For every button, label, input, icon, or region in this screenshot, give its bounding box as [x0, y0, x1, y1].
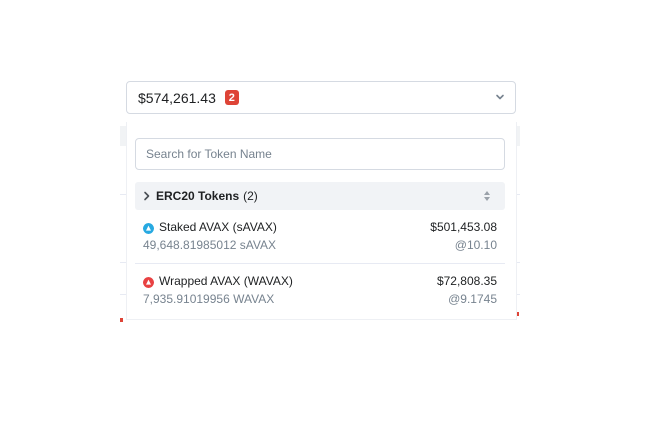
avax-token-icon [143, 277, 154, 288]
token-count-badge: 2 [224, 90, 239, 105]
token-quantity: 7,935.91019956 WAVAX [143, 292, 275, 306]
token-holdings-dropdown[interactable]: $574,261.43 2 [126, 81, 516, 114]
savax-token-icon [143, 223, 154, 234]
background-red-mark [120, 318, 123, 322]
token-name: Staked AVAX (sAVAX) [159, 220, 277, 234]
token-search-input[interactable] [135, 138, 505, 170]
sort-icon[interactable] [483, 190, 491, 202]
token-dropdown-menu: ERC20 Tokens (2) Staked AVAX (sAVAX) $50… [126, 122, 517, 320]
token-name: Wrapped AVAX (WAVAX) [159, 274, 293, 288]
token-list-item-savax[interactable]: Staked AVAX (sAVAX) $501,453.08 49,648.8… [135, 216, 505, 262]
token-usd-value: $501,453.08 [430, 220, 497, 234]
token-list-divider [135, 263, 505, 264]
chevron-right-icon [144, 191, 150, 201]
token-quantity: 49,648.81985012 sAVAX [143, 238, 276, 252]
chevron-down-icon [496, 94, 504, 100]
erc20-token-group-header[interactable]: ERC20 Tokens (2) [135, 182, 505, 210]
token-list-item-wavax[interactable]: Wrapped AVAX (WAVAX) $72,808.35 7,935.91… [135, 270, 505, 316]
token-usd-value: $72,808.35 [436, 274, 497, 288]
group-count: (2) [243, 189, 258, 203]
token-price: @10.10 [454, 238, 497, 252]
total-holdings-value: $574,261.43 [138, 89, 216, 106]
token-price: @9.1745 [448, 292, 497, 306]
group-title: ERC20 Tokens [156, 189, 240, 203]
